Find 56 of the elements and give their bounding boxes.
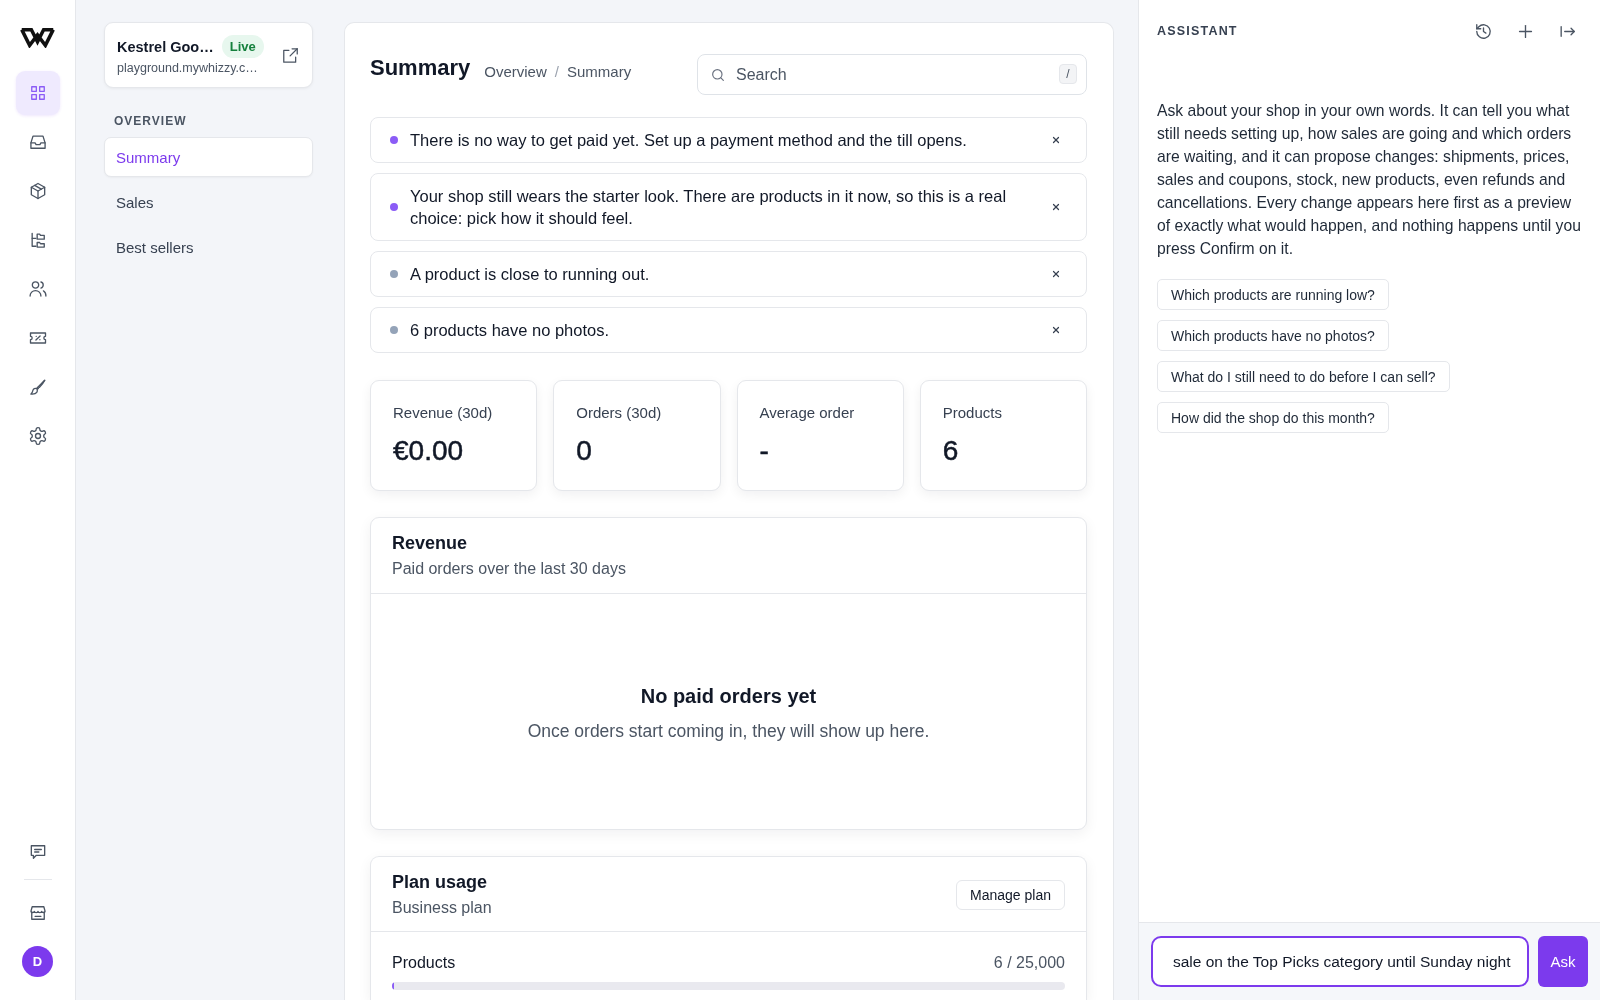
brush-icon <box>27 377 48 397</box>
status-badge: Live <box>221 35 264 58</box>
stat-label: Revenue (30d) <box>393 404 494 422</box>
suggestion-button[interactable]: What do I still need to do before I can sell? <box>1157 361 1450 392</box>
people-icon <box>27 279 48 299</box>
stat-value: €0.00 <box>393 435 465 467</box>
notice-text: Your shop still wears the starter look. There are products in it now, so this is a real choice: pick how it should feel. <box>410 186 1008 229</box>
close-icon[interactable] <box>1050 268 1062 280</box>
empty-state-title: No paid orders yet <box>640 683 817 709</box>
intro-text: Ask about your shop in your own words. It can tell you what still needs setting up, how sales are going and which orders are waiting, and it can propose changes: shipments, prices, sales and coupons, stock, new products, even refunds and cancellations. Every change appears here first as a preview of exactly what would happen, and nothing happens until you press Confirm on it. <box>1157 101 1582 259</box>
breadcrumb-separator: / <box>554 62 559 82</box>
external-link-icon[interactable] <box>281 45 300 65</box>
usage-label: Products <box>392 953 456 973</box>
close-icon[interactable] <box>1050 201 1062 213</box>
close-icon[interactable] <box>1050 134 1062 146</box>
search-icon <box>710 66 726 83</box>
card-subtitle: Business plan <box>392 898 492 918</box>
settings-icon <box>27 426 48 446</box>
panel-title: ASSISTANT <box>1157 24 1238 38</box>
page-title: Summary <box>370 54 471 82</box>
shop-name: Kestrel Goo… <box>117 38 214 55</box>
sidebar-nav-item[interactable]: Best sellers <box>104 227 313 267</box>
stat-label: Orders (30d) <box>576 404 663 422</box>
shop-card[interactable]: Kestrel Goo… Live playground.mywhizzy.c… <box>104 22 313 88</box>
clock-icon[interactable] <box>1474 21 1493 41</box>
card-title: Revenue <box>392 532 469 555</box>
breadcrumb-current: Summary <box>566 62 632 82</box>
ask-button[interactable]: Ask <box>1538 936 1588 987</box>
notice-text: There is no way to get paid yet. Set up a payment method and the till opens. <box>410 130 968 151</box>
suggestion-button[interactable]: How did the shop do this month? <box>1157 402 1389 433</box>
notice-text: 6 products have no photos. <box>410 320 611 341</box>
logo-icon[interactable] <box>18 27 57 48</box>
section-heading: OVERVIEW <box>114 113 188 129</box>
close-icon[interactable] <box>1050 324 1062 336</box>
shop-url: playground.mywhizzy.c… <box>117 61 259 75</box>
empty-state-text: Once orders start coming in, they will show up here. <box>527 719 930 743</box>
notice-text: A product is close to running out. <box>410 264 651 285</box>
suggestion-button[interactable]: Which products have no photos? <box>1157 320 1389 351</box>
user-avatar[interactable]: D <box>22 946 53 977</box>
stat-value: - <box>759 435 770 467</box>
breadcrumb-link[interactable]: Overview <box>484 62 547 82</box>
message-field[interactable]: sale on the Top Picks category until Sunday night <box>1151 936 1529 987</box>
sidebar-nav-item[interactable]: Sales <box>104 182 313 222</box>
usage-reading: 6 / 25,000 <box>993 953 1065 973</box>
card-subtitle: Paid orders over the last 30 days <box>392 559 626 579</box>
rail-nav-button[interactable] <box>15 71 60 115</box>
stat-label: Average order <box>759 404 856 422</box>
shortcut-key: / <box>1059 64 1077 84</box>
sidebar-nav-item[interactable]: Summary <box>104 137 313 177</box>
suggestion-button[interactable]: Which products are running low? <box>1157 279 1389 310</box>
card-title: Plan usage <box>392 871 489 894</box>
stat-label: Products <box>942 404 1003 422</box>
manage-plan-button[interactable]: Manage plan <box>956 879 1065 910</box>
store-icon <box>27 903 48 923</box>
stat-value: 6 <box>942 435 960 467</box>
stat-value: 0 <box>576 435 593 467</box>
